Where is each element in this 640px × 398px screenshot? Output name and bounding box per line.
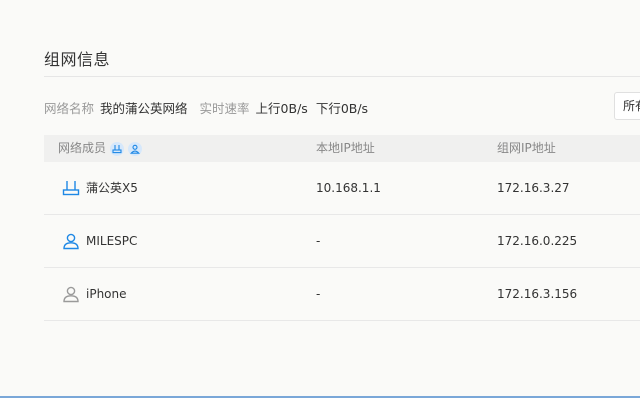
section-title: 组网信息 [44, 50, 111, 69]
title-divider [44, 76, 640, 77]
member-local-ip: - [316, 287, 321, 301]
table-row[interactable]: MILESPC - 172.16.0.225 [44, 215, 640, 268]
member-network-ip: 172.16.0.225 [497, 234, 578, 248]
member-name: MILESPC [86, 234, 138, 248]
user-filter-icon[interactable] [128, 141, 143, 156]
member-name-cell: MILESPC [62, 215, 137, 267]
table-row[interactable]: iPhone - 172.16.3.156 [44, 268, 640, 321]
member-name-cell: 蒲公英X5 [62, 162, 138, 214]
member-filter-select[interactable]: 所有 [614, 92, 640, 120]
member-name: 蒲公英X5 [86, 181, 138, 195]
network-name-label: 网络名称 [44, 101, 95, 116]
member-local-ip: 10.168.1.1 [316, 181, 381, 195]
speed-label: 实时速率 [199, 101, 250, 116]
header-members-label: 网络成员 [58, 141, 107, 155]
network-info-row: 网络名称 我的蒲公英网络 实时速率 上行0B/s 下行0B/s [44, 98, 368, 117]
upload-speed: 上行0B/s [255, 101, 308, 116]
member-name-cell: iPhone [62, 268, 127, 320]
member-local-ip: - [316, 234, 321, 248]
user-icon [62, 232, 80, 250]
members-table: 网络成员 本地IP地址 组网IP地址 蒲公英X5 10.168.1.1 172.… [44, 135, 640, 321]
download-speed: 下行0B/s [315, 101, 369, 116]
header-network-ip: 组网IP地址 [497, 141, 556, 155]
member-name: iPhone [86, 287, 127, 301]
table-row[interactable]: 蒲公英X5 10.168.1.1 172.16.3.27 [44, 162, 640, 215]
network-info-page: 组网信息 网络名称 我的蒲公英网络 实时速率 上行0B/s 下行0B/s 所有 … [0, 0, 640, 398]
header-members: 网络成员 [58, 135, 143, 162]
router-icon [62, 179, 80, 197]
network-name-value: 我的蒲公英网络 [100, 101, 188, 116]
table-header: 网络成员 本地IP地址 组网IP地址 [44, 135, 640, 162]
user-offline-icon [62, 285, 80, 303]
member-network-ip: 172.16.3.156 [497, 287, 578, 301]
router-filter-icon[interactable] [110, 141, 125, 156]
member-network-ip: 172.16.3.27 [497, 181, 570, 195]
header-local-ip: 本地IP地址 [316, 141, 375, 155]
